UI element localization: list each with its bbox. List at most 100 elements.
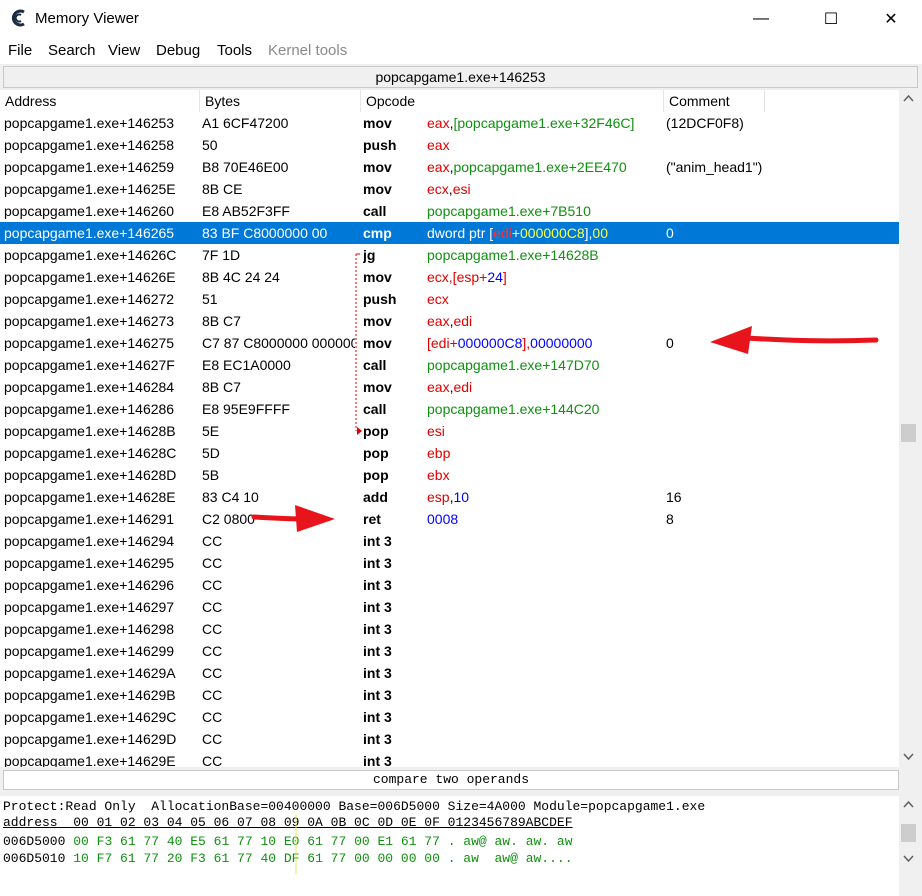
menu-tools[interactable]: Tools (217, 42, 252, 59)
instruction-comment (666, 706, 766, 728)
instruction-row[interactable]: popcapgame1.exe+146284 8B C7 mov eax,edi (0, 376, 899, 398)
instruction-opcode: int 3 (363, 621, 392, 637)
instruction-address: popcapgame1.exe+14628E (4, 489, 176, 505)
instruction-address: popcapgame1.exe+146260 (4, 203, 175, 219)
hex-line[interactable]: 006D5000 00 F3 61 77 40 E5 61 77 10 E0 6… (3, 834, 573, 850)
hex-line[interactable]: 006D5010 10 F7 61 77 20 F3 61 77 40 DF 6… (3, 851, 573, 867)
instruction-operands: eax,popcapgame1.exe+2EE470 (427, 156, 662, 178)
instruction-row[interactable]: popcapgame1.exe+146298 CC int 3 (0, 618, 899, 640)
instruction-opcode: int 3 (363, 533, 392, 549)
instruction-bytes: B8 70E46E00 (202, 159, 289, 175)
instruction-row[interactable]: popcapgame1.exe+14628E 83 C4 10 add esp,10 1… (0, 486, 899, 508)
instruction-row[interactable]: popcapgame1.exe+14629E CC int 3 (0, 750, 899, 767)
menu-view[interactable]: View (108, 42, 140, 59)
instruction-comment: 8 (666, 511, 674, 527)
instruction-opcode: pop (363, 467, 389, 483)
minimize-button[interactable]: — (738, 0, 784, 38)
instruction-row[interactable]: popcapgame1.exe+14627F E8 EC1A0000 call pop… (0, 354, 899, 376)
instruction-row[interactable]: popcapgame1.exe+146259 B8 70E46E00 mov eax,… (0, 156, 899, 178)
instruction-address: popcapgame1.exe+146253 (4, 115, 175, 131)
maximize-button[interactable]: ☐ (808, 0, 854, 38)
operand-token: [edi (427, 335, 450, 351)
operand-token: ] (502, 269, 507, 285)
instruction-row[interactable]: popcapgame1.exe+146265 83 BF C8000000 00 c… (0, 222, 899, 244)
instruction-row[interactable]: popcapgame1.exe+14629A CC int 3 (0, 662, 899, 684)
instruction-row[interactable]: popcapgame1.exe+14629C CC int 3 (0, 706, 899, 728)
title-bar: Memory Viewer — ☐ ✕ (0, 0, 922, 38)
instruction-row[interactable]: popcapgame1.exe+146275 C7 87 C8000000 000… (0, 332, 899, 354)
instruction-row[interactable]: popcapgame1.exe+146295 CC int 3 (0, 552, 899, 574)
close-button[interactable]: ✕ (868, 0, 914, 38)
menu-kernel-tools[interactable]: Kernel tools (268, 42, 347, 59)
instruction-row[interactable]: popcapgame1.exe+146272 51 push ecx (0, 288, 899, 310)
hex-view[interactable]: Protect:Read Only AllocationBase=0040000… (0, 796, 899, 896)
menu-debug[interactable]: Debug (156, 42, 200, 59)
operand-token: 10 (453, 489, 470, 505)
instruction-address: popcapgame1.exe+14629A (4, 665, 176, 681)
column-header-opcode[interactable]: Opcode (361, 90, 664, 112)
instruction-row[interactable]: popcapgame1.exe+14629B CC int 3 (0, 684, 899, 706)
instruction-operands (427, 684, 662, 706)
instruction-comment (666, 178, 766, 200)
instruction-address: popcapgame1.exe+146273 (4, 313, 175, 329)
instruction-opcode: int 3 (363, 687, 392, 703)
operand-token: popcapgame1.exe+147D70 (427, 357, 600, 373)
instruction-bytes: 5E (202, 423, 220, 439)
operand-token: + (449, 335, 458, 351)
instruction-row[interactable]: popcapgame1.exe+14626E 8B 4C 24 24 mov ecx,… (0, 266, 899, 288)
menu-search[interactable]: Search (48, 42, 96, 59)
operand-token: eax (427, 313, 450, 329)
instruction-bytes: C7 87 C8000000 00000000 (202, 335, 355, 351)
instruction-bytes: 8B 4C 24 24 (202, 269, 280, 285)
instruction-row[interactable]: popcapgame1.exe+14628C 5D pop ebp (0, 442, 899, 464)
disassembler-view[interactable]: Address Bytes Opcode Comment popcapgame1… (0, 90, 899, 767)
instruction-row[interactable]: popcapgame1.exe+14625E 8B CE mov ecx,esi (0, 178, 899, 200)
operand-token: 0008 (427, 511, 459, 527)
instruction-operands (427, 728, 662, 750)
operand-token: ecx (427, 291, 449, 307)
close-icon: ✕ (884, 11, 898, 28)
instruction-address: popcapgame1.exe+14626C (4, 247, 177, 263)
instruction-row[interactable]: popcapgame1.exe+146296 CC int 3 (0, 574, 899, 596)
instruction-comment (666, 398, 766, 420)
hex-info-line: Protect:Read Only AllocationBase=0040000… (3, 799, 706, 814)
instruction-comment (666, 596, 766, 618)
menu-file[interactable]: File (8, 42, 32, 59)
instruction-comment (666, 310, 766, 332)
instruction-row[interactable]: popcapgame1.exe+146297 CC int 3 (0, 596, 899, 618)
instruction-operands: eax,[popcapgame1.exe+32F46C] (427, 112, 662, 134)
instruction-row[interactable]: popcapgame1.exe+146273 8B C7 mov eax,edi (0, 310, 899, 332)
instruction-operands: [edi+000000C8],00000000 (427, 332, 662, 354)
instruction-operands: ecx (427, 288, 662, 310)
address-bar[interactable]: popcapgame1.exe+146253 (3, 66, 918, 88)
column-header-bytes[interactable]: Bytes (200, 90, 361, 112)
column-header-address[interactable]: Address (0, 90, 200, 112)
instruction-row[interactable]: popcapgame1.exe+146253 A1 6CF47200 mov eax,… (0, 112, 899, 134)
operand-token: dword ptr [ (427, 225, 494, 241)
operand-token: eax (427, 379, 450, 395)
instruction-bytes: 5D (202, 445, 220, 461)
instruction-row[interactable]: popcapgame1.exe+14628D 5B pop ebx (0, 464, 899, 486)
instruction-opcode: push (363, 291, 397, 307)
instruction-bytes: 83 BF C8000000 00 (202, 225, 328, 241)
instruction-operands: esp,10 (427, 486, 662, 508)
instruction-bytes: 8B C7 (202, 379, 241, 395)
instruction-bytes: CC (202, 621, 223, 637)
disassembler-scrollbar[interactable] (899, 90, 918, 767)
instruction-row[interactable]: popcapgame1.exe+146294 CC int 3 (0, 530, 899, 552)
instruction-bytes: CC (202, 753, 223, 767)
instruction-row[interactable]: popcapgame1.exe+14626C 7F 1D jg popcapgame1… (0, 244, 899, 266)
column-header-comment[interactable]: Comment (664, 90, 765, 112)
hex-scrollbar[interactable] (899, 796, 918, 896)
instruction-row[interactable]: popcapgame1.exe+146291 C2 0800 ret 0008 8 (0, 508, 899, 530)
instruction-operands: popcapgame1.exe+7B510 (427, 200, 662, 222)
instruction-row[interactable]: popcapgame1.exe+146299 CC int 3 (0, 640, 899, 662)
instruction-row[interactable]: popcapgame1.exe+146258 50 push eax (0, 134, 899, 156)
instruction-row[interactable]: popcapgame1.exe+146260 E8 AB52F3FF call pop… (0, 200, 899, 222)
hex-cursor-divider (295, 814, 297, 874)
instruction-row[interactable]: popcapgame1.exe+14628B 5E pop esi (0, 420, 899, 442)
instruction-comment (666, 354, 766, 376)
instruction-row[interactable]: popcapgame1.exe+14629D CC int 3 (0, 728, 899, 750)
instruction-row[interactable]: popcapgame1.exe+146286 E8 95E9FFFF call pop… (0, 398, 899, 420)
instruction-address: popcapgame1.exe+146275 (4, 335, 175, 351)
